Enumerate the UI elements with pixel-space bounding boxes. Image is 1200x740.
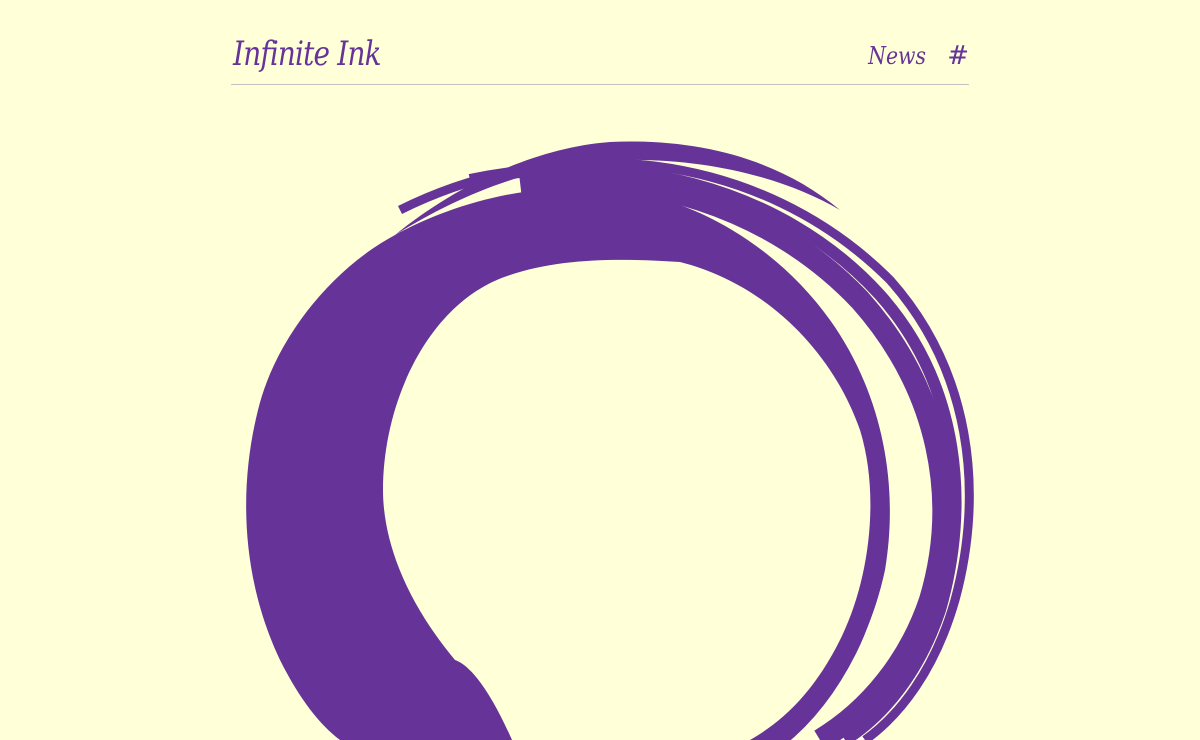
enso-main-stroke: [246, 187, 890, 740]
enso-circle-icon: [246, 141, 974, 740]
hash-icon[interactable]: #: [947, 43, 969, 69]
site-logo[interactable]: Infinite Ink: [233, 34, 381, 74]
nav-news-link[interactable]: News: [868, 42, 926, 70]
site-nav: News #: [863, 42, 969, 70]
enso-ring-4: [688, 238, 888, 740]
site-header: Infinite Ink News #: [231, 28, 969, 85]
